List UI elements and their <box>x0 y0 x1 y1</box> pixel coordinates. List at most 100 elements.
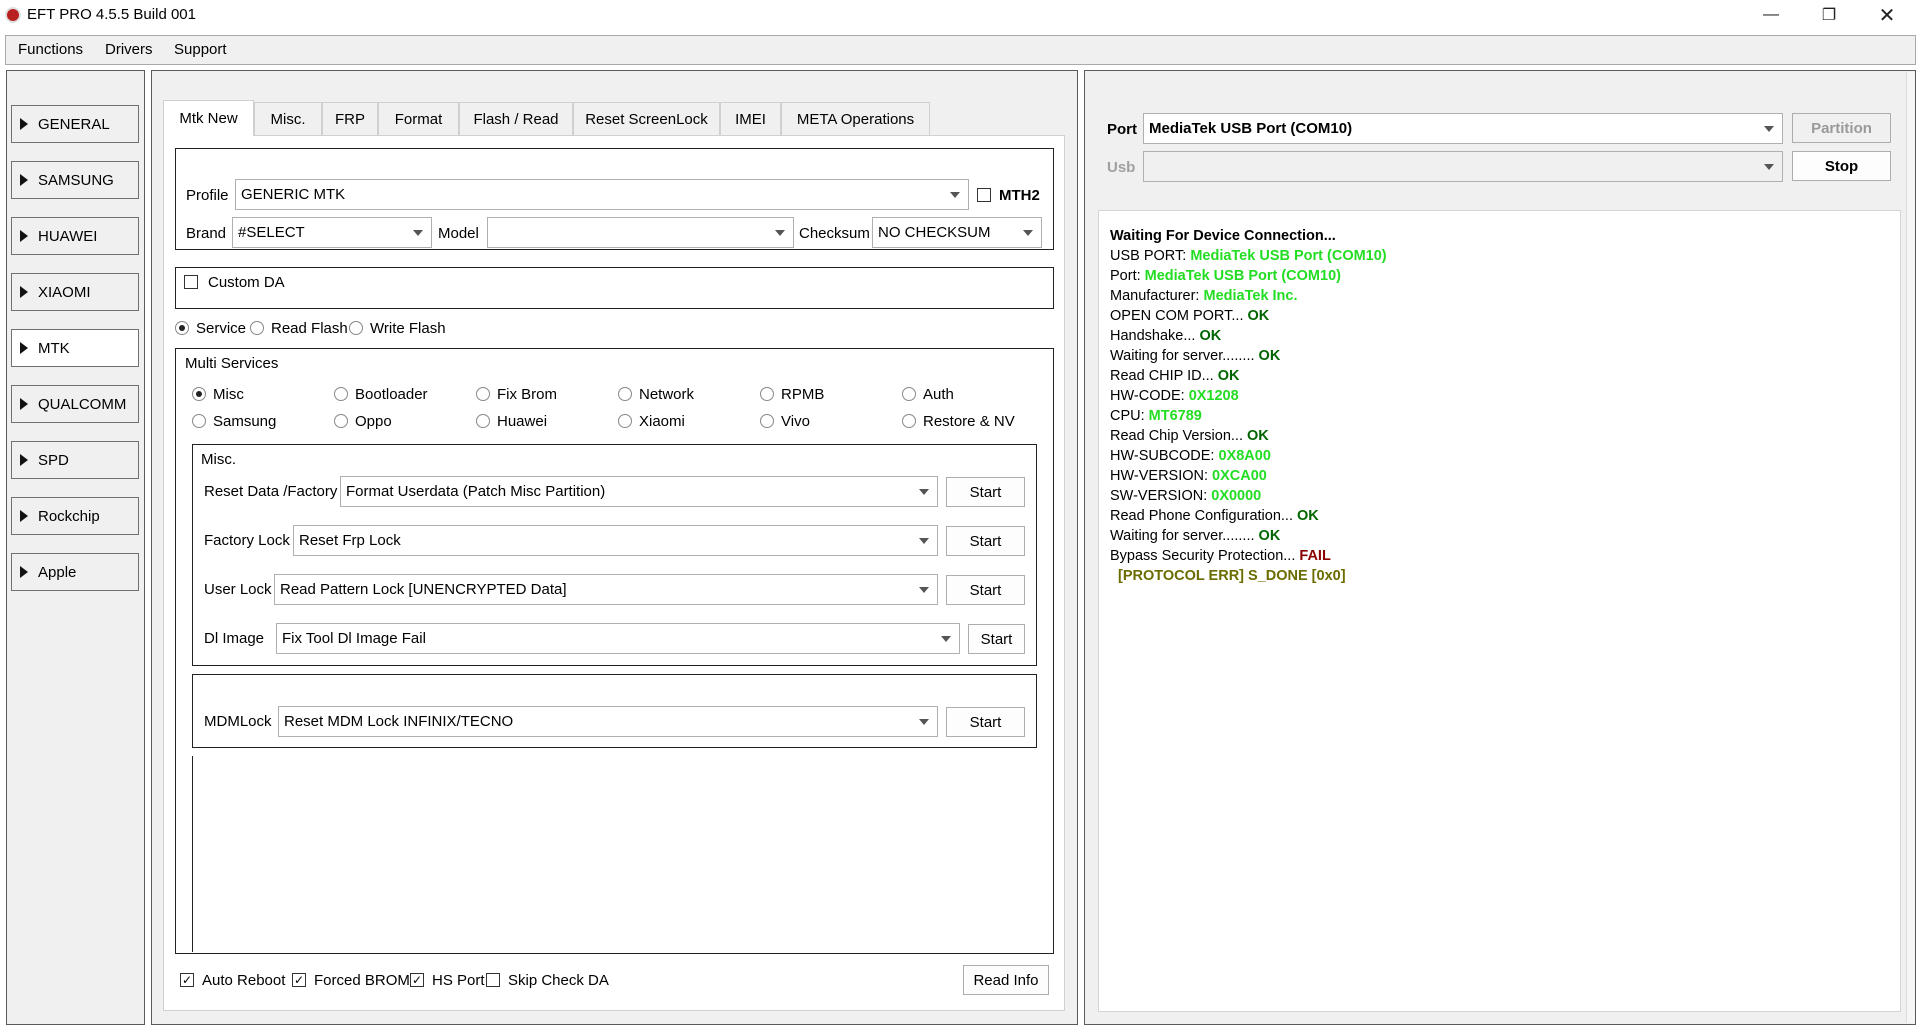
divider <box>192 756 193 952</box>
samsung-radio[interactable] <box>192 414 206 428</box>
user-lock-label: User Lock <box>204 581 272 598</box>
log-segment: Read CHIP ID... <box>1110 368 1218 384</box>
chevron-down-icon <box>775 230 785 236</box>
log-line: HW-CODE: 0X1208 <box>1110 388 1239 404</box>
forced-brom-checkbox[interactable]: ✓ <box>292 973 306 987</box>
mdm-start-button[interactable]: Start <box>946 707 1025 737</box>
restore-icon[interactable]: ❐ <box>1806 0 1852 30</box>
dl-image-label: Dl Image <box>204 630 265 647</box>
brand-label: Brand <box>186 225 227 242</box>
log-segment: OK <box>1247 428 1269 444</box>
log-line: SW-VERSION: 0X0000 <box>1110 488 1261 504</box>
custom-da-group <box>175 267 1054 309</box>
rpmb-radio[interactable] <box>760 387 774 401</box>
auto-reboot-checkbox[interactable]: ✓ <box>180 973 194 987</box>
menu-support[interactable]: Support <box>174 41 227 58</box>
vertical-scrollbar[interactable] <box>1906 72 1915 1023</box>
port-select[interactable]: MediaTek USB Port (COM10) <box>1143 113 1783 144</box>
custom-da-checkbox[interactable] <box>184 275 198 289</box>
sidebar-item-qualcomm[interactable]: QUALCOMM <box>11 385 139 423</box>
dl-image-select[interactable]: Fix Tool Dl Image Fail <box>276 623 960 654</box>
log-segment: 0X0000 <box>1211 488 1262 504</box>
close-icon[interactable]: ✕ <box>1864 0 1910 30</box>
service-label: Service <box>196 320 247 337</box>
tab-frp[interactable]: FRP <box>322 102 378 135</box>
misc-radio[interactable] <box>192 387 206 401</box>
log-line: Handshake... OK <box>1110 328 1221 344</box>
log-line: Waiting for server........ OK <box>1110 348 1280 364</box>
service-radio[interactable] <box>175 321 189 335</box>
log-segment: USB PORT: <box>1110 248 1191 264</box>
tab-imei[interactable]: IMEI <box>720 102 781 135</box>
xiaomi-label: Xiaomi <box>639 413 685 430</box>
log-segment: OK <box>1199 328 1222 344</box>
tab-misc[interactable]: Misc. <box>254 102 322 135</box>
log-line: USB PORT: MediaTek USB Port (COM10) <box>1110 248 1387 264</box>
read-flash-radio[interactable] <box>250 321 264 335</box>
sidebar-item-rockchip[interactable]: Rockchip <box>11 497 139 535</box>
reset-data-label: Reset Data /Factory <box>204 483 338 500</box>
log-segment: Waiting For Device Connection... <box>1110 228 1336 244</box>
auto-reboot-label: Auto Reboot <box>202 972 286 989</box>
mdm-lock-select[interactable]: Reset MDM Lock INFINIX/TECNO <box>278 706 938 737</box>
model-select[interactable] <box>487 217 794 248</box>
network-radio[interactable] <box>618 387 632 401</box>
skip-check-da-label: Skip Check DA <box>508 972 609 989</box>
user-lock-select[interactable]: Read Pattern Lock [UNENCRYPTED Data] <box>274 574 938 605</box>
auth-radio[interactable] <box>902 387 916 401</box>
factory-lock-select[interactable]: Reset Frp Lock <box>293 525 938 556</box>
dl-image-start-button[interactable]: Start <box>968 624 1025 654</box>
write-flash-radio[interactable] <box>349 321 363 335</box>
reset-data-start-button[interactable]: Start <box>946 477 1025 507</box>
caret-right-icon <box>20 342 28 354</box>
sidebar-item-general[interactable]: GENERAL <box>11 105 139 143</box>
restore-nv-radio[interactable] <box>902 414 916 428</box>
chevron-down-icon <box>919 538 929 544</box>
oppo-label: Oppo <box>355 413 392 430</box>
sidebar-item-samsung[interactable]: SAMSUNG <box>11 161 139 199</box>
profile-select[interactable]: GENERIC MTK <box>235 179 969 210</box>
huawei-radio[interactable] <box>476 414 490 428</box>
log-segment: Waiting for server........ <box>1110 348 1259 364</box>
log-segment: OK <box>1297 508 1319 524</box>
log-segment: HW-SUBCODE: <box>1110 448 1219 464</box>
reset-data-select[interactable]: Format Userdata (Patch Misc Partition) <box>340 476 938 507</box>
sidebar-item-huawei[interactable]: HUAWEI <box>11 217 139 255</box>
mth2-checkbox[interactable] <box>977 188 991 202</box>
log-segment: OK <box>1247 308 1270 324</box>
profile-label: Profile <box>186 187 229 204</box>
read-info-button[interactable]: Read Info <box>963 965 1049 995</box>
partition-button[interactable]: Partition <box>1792 113 1891 143</box>
hs-port-checkbox[interactable]: ✓ <box>410 973 424 987</box>
tab-reset-screenlock[interactable]: Reset ScreenLock <box>573 102 720 135</box>
bootloader-radio[interactable] <box>334 387 348 401</box>
vivo-radio[interactable] <box>760 414 774 428</box>
factory-lock-start-button[interactable]: Start <box>946 526 1025 556</box>
sidebar-item-apple[interactable]: Apple <box>11 553 139 591</box>
log-segment: HW-CODE: <box>1110 388 1189 404</box>
tab-format[interactable]: Format <box>378 102 459 135</box>
menu-functions[interactable]: Functions <box>18 41 83 58</box>
user-lock-start-button[interactable]: Start <box>946 575 1025 605</box>
brand-select[interactable]: #SELECT <box>232 217 432 248</box>
menu-drivers[interactable]: Drivers <box>105 41 153 58</box>
tab-meta-operations[interactable]: META Operations <box>781 102 930 135</box>
log-segment: 0X1208 <box>1188 388 1239 404</box>
stop-button[interactable]: Stop <box>1792 151 1891 181</box>
log-segment: Read Phone Configuration... <box>1110 508 1298 524</box>
log-segment: 0X8A00 <box>1218 448 1271 464</box>
sidebar-item-xiaomi[interactable]: XIAOMI <box>11 273 139 311</box>
xiaomi-radio[interactable] <box>618 414 632 428</box>
usb-select[interactable] <box>1143 151 1783 182</box>
fix-brom-radio[interactable] <box>476 387 490 401</box>
sidebar-item-spd[interactable]: SPD <box>11 441 139 479</box>
checksum-select[interactable]: NO CHECKSUM <box>872 217 1042 248</box>
tab-mtk-new[interactable]: Mtk New <box>163 100 254 136</box>
sidebar-item-mtk[interactable]: MTK <box>11 329 139 367</box>
tab-flash-read[interactable]: Flash / Read <box>459 102 573 135</box>
minimize-icon[interactable]: — <box>1748 0 1794 30</box>
oppo-radio[interactable] <box>334 414 348 428</box>
caret-right-icon <box>20 398 28 410</box>
skip-check-da-checkbox[interactable] <box>486 973 500 987</box>
rpmb-label: RPMB <box>781 386 825 403</box>
